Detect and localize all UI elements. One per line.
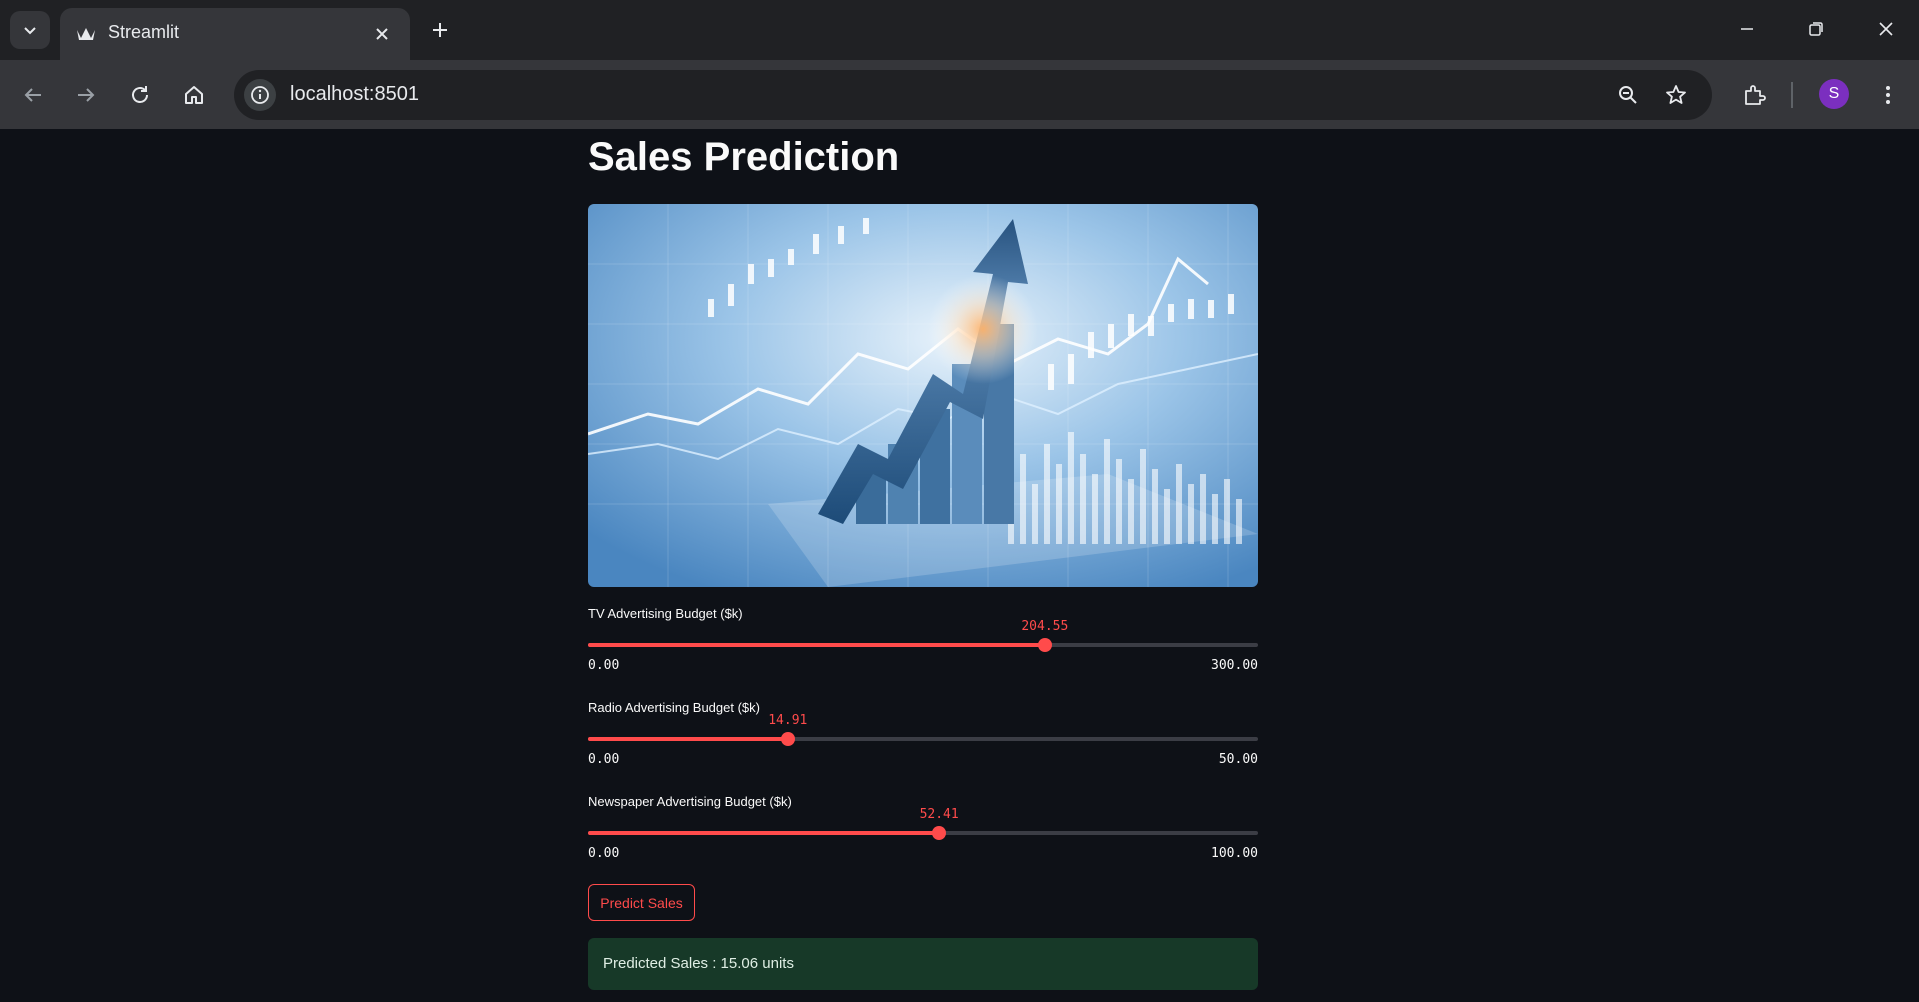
slider-thumb[interactable] bbox=[780, 732, 795, 746]
slider-min: 0.00 bbox=[588, 658, 620, 673]
extensions-button[interactable] bbox=[1735, 76, 1773, 114]
profile-avatar[interactable]: S bbox=[1819, 79, 1849, 109]
zoom-icon bbox=[1619, 86, 1637, 104]
prediction-result-box: Predicted Sales : 15.06 units bbox=[588, 938, 1258, 990]
extensions-icon bbox=[1745, 85, 1766, 105]
site-info-button[interactable] bbox=[244, 79, 276, 111]
window-close-icon bbox=[1879, 22, 1893, 36]
predict-sales-button[interactable]: Predict Sales bbox=[588, 884, 695, 921]
home-button[interactable] bbox=[175, 76, 213, 114]
slider-max: 100.00 bbox=[1211, 846, 1258, 861]
forward-icon bbox=[78, 88, 95, 102]
slider-label: TV Advertising Budget ($k) bbox=[588, 606, 743, 621]
url-text: localhost:8501 bbox=[290, 83, 419, 105]
window-close-button[interactable] bbox=[1863, 10, 1909, 48]
restore-button[interactable] bbox=[1793, 10, 1839, 48]
home-icon bbox=[185, 86, 203, 104]
slider-fill bbox=[588, 737, 788, 741]
back-icon bbox=[24, 88, 41, 102]
tab-title: Streamlit bbox=[108, 22, 180, 42]
slider-fill bbox=[588, 831, 940, 835]
prediction-result-text: Predicted Sales : 15.06 units bbox=[603, 955, 794, 972]
star-icon bbox=[1666, 85, 1686, 104]
back-button[interactable] bbox=[14, 76, 52, 114]
slider-thumb[interactable] bbox=[932, 826, 947, 840]
slider-thumb[interactable] bbox=[1037, 638, 1052, 652]
toolbar-separator bbox=[1791, 82, 1793, 108]
radio-budget-slider: Radio Advertising Budget ($k) 14.91 0.00… bbox=[588, 700, 1258, 780]
slider-value: 52.41 bbox=[919, 807, 959, 822]
slider-value: 204.55 bbox=[1021, 619, 1069, 634]
plus-icon bbox=[433, 23, 447, 37]
address-bar[interactable]: localhost:8501 bbox=[234, 70, 1712, 120]
sales-growth-illustration bbox=[588, 204, 1258, 587]
slider-label: Newspaper Advertising Budget ($k) bbox=[588, 794, 792, 809]
tab-search-button[interactable] bbox=[10, 11, 50, 49]
info-icon bbox=[251, 86, 269, 104]
restore-icon bbox=[1809, 22, 1823, 36]
slider-fill bbox=[588, 643, 1045, 647]
bookmark-button[interactable] bbox=[1660, 79, 1692, 111]
tab-close-button[interactable] bbox=[368, 20, 396, 48]
minimize-icon bbox=[1741, 28, 1753, 30]
page-title: Sales Prediction bbox=[588, 135, 900, 179]
browser-toolbar: localhost:8501 S bbox=[0, 60, 1919, 129]
newspaper-budget-slider: Newspaper Advertising Budget ($k) 52.41 … bbox=[588, 794, 1258, 874]
browser-tab[interactable]: Streamlit bbox=[60, 8, 410, 60]
more-icon bbox=[1886, 86, 1890, 104]
slider-track[interactable]: 204.55 bbox=[588, 619, 1258, 652]
slider-max: 300.00 bbox=[1211, 658, 1258, 673]
hero-image bbox=[588, 204, 1258, 587]
streamlit-favicon-icon bbox=[77, 28, 95, 40]
minimize-button[interactable] bbox=[1724, 10, 1770, 48]
slider-label: Radio Advertising Budget ($k) bbox=[588, 700, 760, 715]
menu-button[interactable] bbox=[1869, 76, 1907, 114]
reload-icon bbox=[132, 86, 148, 103]
new-tab-button[interactable] bbox=[422, 12, 458, 48]
slider-min: 0.00 bbox=[588, 752, 620, 767]
slider-track[interactable]: 52.41 bbox=[588, 807, 1258, 840]
slider-max: 50.00 bbox=[1218, 752, 1258, 767]
reload-button[interactable] bbox=[121, 76, 159, 114]
close-icon bbox=[376, 28, 388, 40]
tab-strip: Streamlit bbox=[0, 0, 1919, 60]
forward-button[interactable] bbox=[67, 76, 105, 114]
chevron-down-icon bbox=[24, 27, 36, 35]
slider-value: 14.91 bbox=[768, 713, 808, 728]
zoom-button[interactable] bbox=[1612, 79, 1644, 111]
slider-track[interactable]: 14.91 bbox=[588, 713, 1258, 746]
slider-min: 0.00 bbox=[588, 846, 620, 861]
tv-budget-slider: TV Advertising Budget ($k) 204.55 0.00 3… bbox=[588, 606, 1258, 686]
